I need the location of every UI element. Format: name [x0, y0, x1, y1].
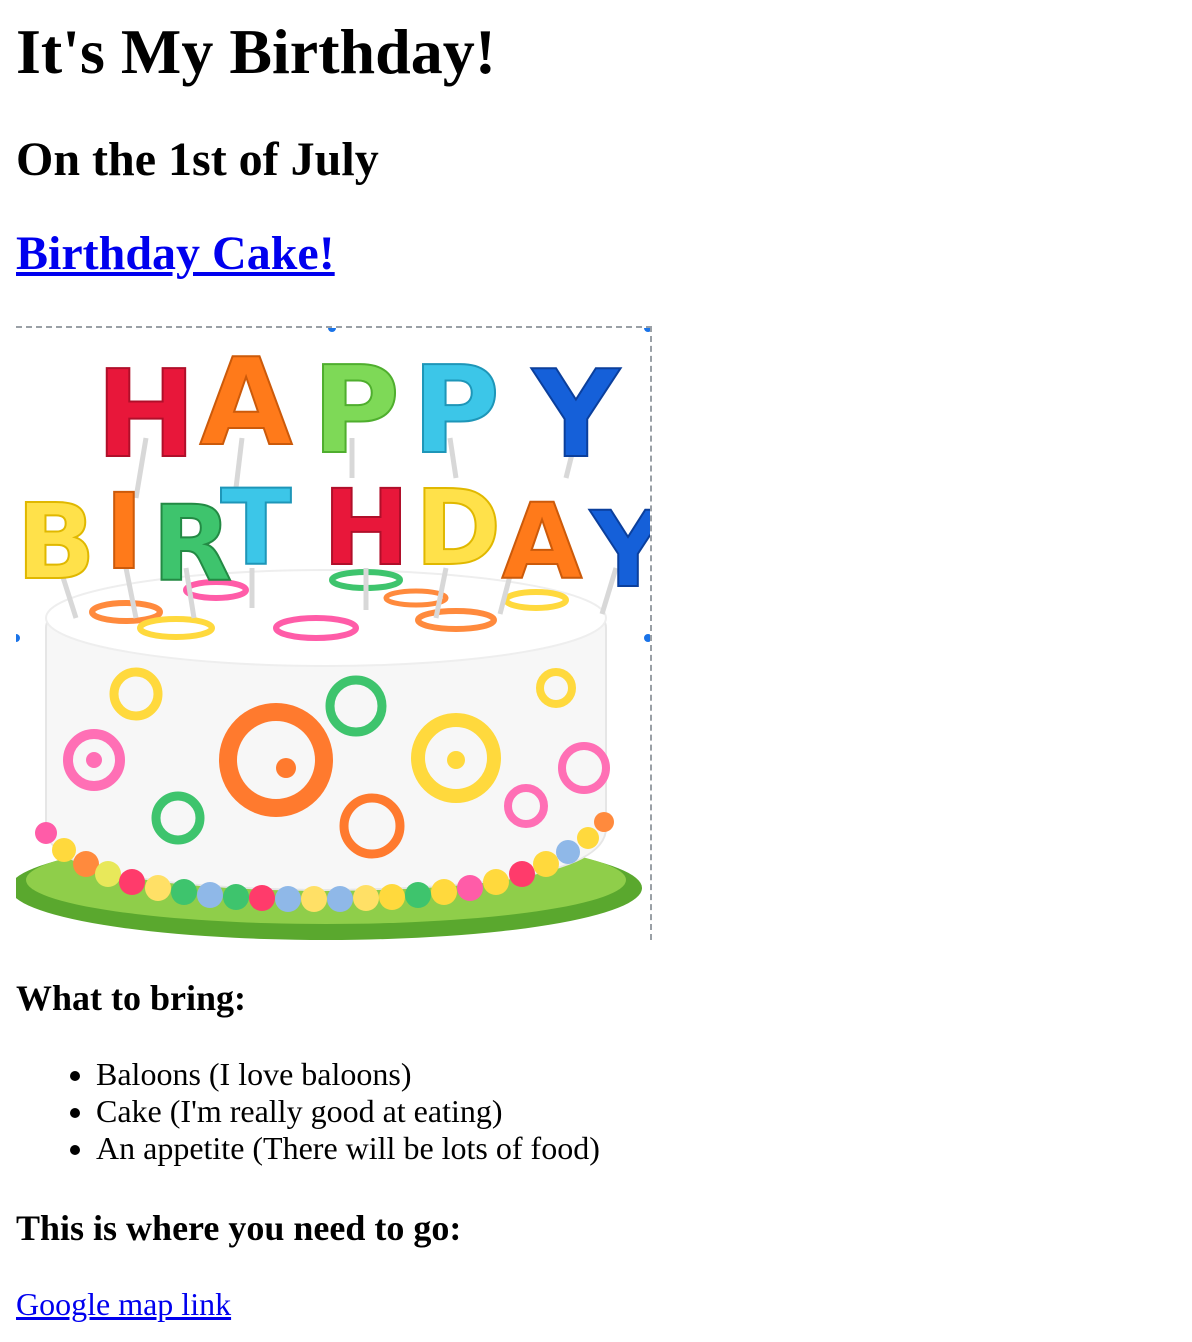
candle-letter-y2: Y	[588, 489, 652, 611]
candle-letter-h2: H	[322, 467, 409, 589]
birthday-cake-link[interactable]: Birthday Cake!	[16, 227, 335, 280]
google-map-link[interactable]: Google map link	[16, 1286, 231, 1323]
candle-letter-i: I	[105, 471, 144, 593]
page-title: It's My Birthday!	[16, 16, 496, 87]
date-subtitle: On the 1st of July	[16, 133, 379, 186]
candle-letter-p2: P	[412, 342, 500, 481]
candle-letter-h: H	[96, 346, 196, 485]
candle-letter-a: A	[200, 334, 293, 473]
resize-handle-right[interactable]	[644, 634, 650, 642]
cake-heading: Birthday Cake!	[16, 228, 335, 280]
candle-letter-d: D	[415, 467, 501, 589]
bring-list: Baloons (I love baloons) Cake (I'm reall…	[16, 1056, 600, 1167]
candle-letter-a2: A	[502, 481, 583, 603]
list-item: An appetite (There will be lots of food)	[96, 1130, 600, 1167]
list-item: Cake (I'm really good at eating)	[96, 1093, 600, 1130]
list-item: Baloons (I love baloons)	[96, 1056, 600, 1093]
resize-handle-top-right[interactable]	[644, 328, 650, 332]
what-to-bring-heading: What to bring:	[16, 978, 247, 1018]
cake-illustration: H A P P Y B I R T H D A Y	[16, 333, 652, 940]
birthday-cake-image[interactable]: H A P P Y B I R T H D A Y	[16, 326, 652, 940]
candle-letter-p1: P	[312, 342, 400, 481]
candle-letter-t: T	[221, 467, 292, 589]
candle-letter-b: B	[16, 481, 95, 603]
directions-heading: This is where you need to go:	[16, 1208, 462, 1248]
candle-letter-y1: Y	[531, 346, 622, 485]
